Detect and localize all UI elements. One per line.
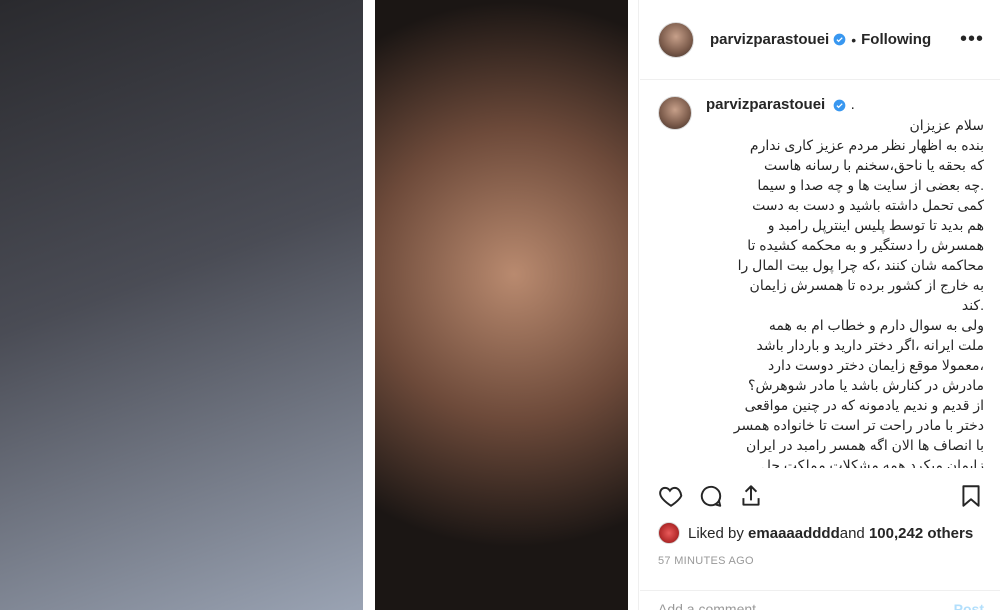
caption-text: سلام عزیزان بنده به اظهار نظر مردم عزیز … [733,117,984,468]
caption-username-suffix: . [850,96,855,113]
header-separator: • [851,31,857,48]
add-comment-bar: Post [640,590,1000,610]
comment-icon[interactable] [698,483,724,509]
liker-avatar[interactable] [658,522,680,544]
caption-avatar[interactable] [658,96,692,130]
post-header: parvizparastouei • Following ••• [640,0,1000,80]
verified-badge-icon [833,33,846,46]
action-bar [658,480,984,512]
liker-username[interactable]: emaaaadddd [748,525,840,542]
likes-middle: and [839,524,865,542]
post-sidebar: parvizparastouei • Following ••• parvizp… [640,0,1000,610]
left-photo [0,0,363,610]
likes-prefix: Liked by [688,524,744,542]
post-timestamp[interactable]: 57 MINUTES AGO [658,555,754,567]
caption-body: parvizparastouei . سلام عزیزان بنده به ا… [706,96,984,468]
bookmark-icon[interactable] [958,483,984,509]
caption-row: parvizparastouei . سلام عزیزان بنده به ا… [658,96,984,468]
caption-area: parvizparastouei . سلام عزیزان بنده به ا… [658,96,984,468]
post-media [0,0,639,610]
likes-summary: Liked by emaaaadddd and 100,242 others [658,522,984,544]
instagram-post-modal: parvizparastouei • Following ••• parvizp… [0,0,1000,610]
comment-input[interactable] [658,601,954,610]
author-avatar[interactable] [658,21,694,58]
more-options-icon[interactable]: ••• [960,28,984,51]
heart-icon[interactable] [658,483,684,509]
caption-username-line: parvizparastouei . [706,96,984,113]
following-button[interactable]: Following [861,31,931,48]
caption-verified-icon [834,99,846,111]
right-photo [375,0,628,610]
share-icon[interactable] [738,483,764,509]
post-comment-button[interactable]: Post [954,601,984,610]
author-username[interactable]: parvizparastouei [710,31,829,48]
caption-username[interactable]: parvizparastouei [706,96,825,113]
photo-divider [363,0,375,610]
likes-others-link[interactable]: 100,242 others [869,525,973,542]
